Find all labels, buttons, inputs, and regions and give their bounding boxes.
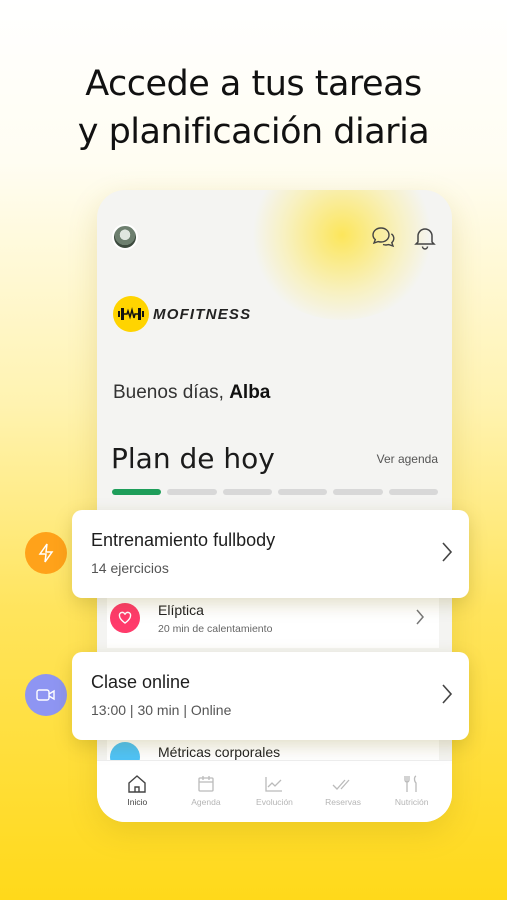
headline: Accede a tus tareas y planificación diar…	[0, 60, 507, 156]
cutlery-icon	[404, 775, 417, 792]
progress-segment	[167, 489, 217, 495]
brand-name: MOFITNESS	[153, 305, 252, 323]
home-icon	[128, 775, 146, 793]
list-item-metricas[interactable]: Métricas corporales	[107, 740, 439, 762]
bell-icon[interactable]	[411, 223, 439, 251]
lightning-icon	[25, 532, 67, 574]
tab-label: Inicio	[127, 797, 148, 807]
agenda-link[interactable]: Ver agenda	[377, 452, 438, 466]
brand-logo: MOFITNESS	[113, 296, 251, 332]
headline-line-2: y planificación diaria	[77, 112, 430, 152]
list-item-subtitle: 20 min de calentamiento	[158, 622, 273, 635]
progress-segment	[333, 489, 383, 495]
greeting: Buenos días, Alba	[113, 382, 270, 404]
plan-title: Plan de hoy	[111, 442, 275, 475]
task-card-entrenamiento[interactable]: Entrenamiento fullbody 14 ejercicios	[72, 510, 469, 598]
task-card-subtitle: 14 ejercicios	[91, 560, 169, 576]
tab-reservas[interactable]: Reservas	[313, 775, 373, 822]
metrics-icon	[110, 742, 140, 762]
list-item-title: Elíptica	[158, 601, 204, 618]
progress-segment	[388, 489, 438, 495]
task-card-title: Clase online	[91, 672, 191, 692]
progress-segment	[222, 489, 272, 495]
list-item-title: Métricas corporales	[158, 744, 281, 760]
tab-agenda[interactable]: Agenda	[176, 775, 236, 822]
chevron-right-icon	[415, 608, 425, 631]
greeting-prefix: Buenos días,	[113, 382, 230, 403]
bottom-tab-bar: Inicio Agenda Evolución Reservas Nutrici…	[97, 760, 452, 822]
tab-label: Nutrición	[394, 797, 429, 807]
heart-icon	[110, 603, 140, 633]
tab-label: Agenda	[191, 797, 221, 807]
avatar[interactable]	[112, 224, 138, 250]
dumbbell-icon	[113, 296, 149, 332]
decorative-glow	[247, 190, 437, 320]
chart-icon	[265, 777, 283, 792]
tab-inicio[interactable]: Inicio	[107, 775, 167, 822]
progress-segment	[112, 489, 162, 495]
video-camera-icon	[25, 674, 67, 716]
chat-icon[interactable]	[369, 223, 397, 251]
task-card-title: Entrenamiento fullbody	[91, 530, 276, 550]
user-name: Alba	[229, 382, 271, 403]
tab-nutricion[interactable]: Nutrición	[382, 775, 442, 822]
tab-evolucion[interactable]: Evolución	[244, 775, 304, 822]
chevron-right-icon	[441, 683, 453, 710]
daily-progress	[112, 489, 438, 495]
calendar-icon	[198, 776, 214, 792]
chevron-right-icon	[441, 541, 453, 568]
task-card-clase-online[interactable]: Clase online 13:00 | 30 min | Online	[72, 652, 469, 740]
tab-label: Reservas	[325, 797, 362, 807]
task-card-subtitle: 13:00 | 30 min | Online	[91, 702, 232, 718]
headline-line-1: Accede a tus tareas	[85, 64, 422, 104]
progress-segment	[277, 489, 328, 495]
tab-label: Evolución	[256, 797, 293, 807]
checkmarks-icon	[332, 779, 350, 790]
